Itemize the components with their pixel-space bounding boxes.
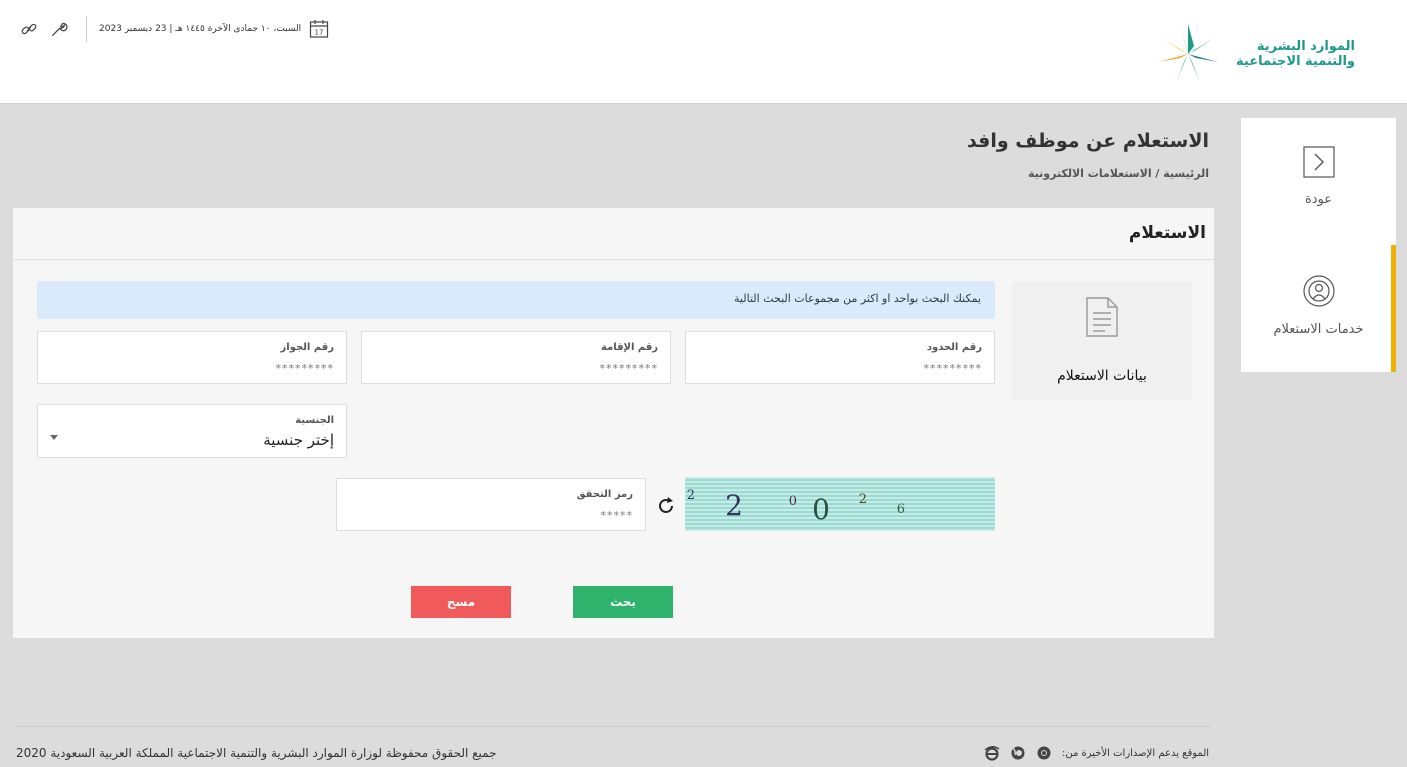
refresh-captcha-icon[interactable] [656,496,676,516]
sidebar-back-label: عودة [1304,192,1333,207]
logo-star-icon [1158,24,1219,82]
captcha-input[interactable]: ***** [601,509,634,522]
inquiry-data-label: بيانات الاستعلام [1057,368,1147,384]
border-number-label: رقم الحدود [926,342,982,353]
document-icon [1086,297,1118,337]
ie-icon [984,746,1000,761]
nationality-select[interactable]: الجنسية إختر جنسية [37,404,347,458]
iqama-number-input[interactable]: ********* [600,362,659,375]
nationality-value: إختر جنسية [263,431,334,449]
header-date: السبت، ١٠ جمادى الآخرة ١٤٤٥ هـ | 23 ديسم… [99,24,302,34]
captcha-char-5: 2 [859,492,867,507]
logo-line1: الموارد البشرية [1256,39,1355,54]
passport-number-field[interactable]: رقم الجواز ********* [37,331,347,384]
footer-copyright: جميع الحقوق محفوظة لوزارة الموارد البشري… [16,746,497,760]
calendar-icon: 17 [310,20,329,38]
iqama-number-field[interactable]: رقم الإقامة ********* [361,331,671,384]
firefox-icon [1011,746,1025,760]
header-separator [86,16,87,42]
sidebar-back-button[interactable]: عودة [1241,146,1396,207]
search-button[interactable]: بحث [573,586,673,618]
passport-number-label: رقم الجواز [280,342,334,353]
captcha-field[interactable]: رمز التحقق ***** [336,478,646,531]
sidebar-services-label: خدمات الاستعلام [1273,322,1364,337]
logo-line2: والتنمية الاجتماعية [1236,54,1355,69]
captcha-char-2: 2 [725,489,743,522]
sidebar-inquiry-services[interactable]: خدمات الاستعلام [1241,274,1396,337]
footer-divider [16,726,1211,727]
footer-browser-support: الموقع يدعم الإصدارات الأخيرة من: [984,745,1209,761]
inquiry-data-card[interactable]: بيانات الاستعلام [1012,282,1192,400]
captcha-char-4: 0 [812,493,830,526]
sidebar: عودة خدمات الاستعلام [1241,118,1396,372]
page-title: الاستعلام عن موظف وافد [966,130,1209,152]
inquiry-panel: الاستعلام بيانات الاستعلام يمكنك البحث ب… [13,208,1214,638]
link-icon[interactable] [20,20,38,38]
border-number-input[interactable]: ********* [924,362,983,375]
footer-support-text: الموقع يدعم الإصدارات الأخيرة من: [1062,747,1210,759]
chrome-icon [1037,746,1051,760]
header: الموارد البشرية والتنمية الاجتماعية 17 ا… [0,0,1407,104]
captcha-char-1: 2 [687,488,695,503]
chevron-right-icon [1302,146,1335,178]
border-number-field[interactable]: رقم الحدود ********* [685,331,995,384]
breadcrumb[interactable]: الرئيسية / الاستعلامات الالكترونية [1028,167,1209,180]
captcha-char-6: 6 [897,502,905,517]
captcha-image: 2 2 0 0 2 6 [685,477,995,531]
broadcast-icon [1302,275,1335,307]
calendar-day: 17 [315,29,324,37]
panel-title: الاستعلام [1128,223,1206,243]
captcha-char-3: 0 [789,494,797,509]
chevron-down-icon [50,435,58,440]
header-tools: 17 السبت، ١٠ جمادى الآخرة ١٤٤٥ هـ | 23 د… [20,16,329,42]
info-message: يمكنك البحث بواحد او اكثر من مجموعات الب… [37,281,995,319]
captcha-label: رمز التحقق [576,489,633,500]
iqama-number-label: رقم الإقامة [600,342,658,353]
clear-button[interactable]: مسح [411,586,511,618]
ministry-logo[interactable]: الموارد البشرية والتنمية الاجتماعية [1150,22,1355,86]
wrench-icon[interactable] [50,20,68,38]
sidebar-active-indicator [1391,245,1396,372]
nationality-label: الجنسية [295,415,334,426]
passport-number-input[interactable]: ********* [276,362,335,375]
